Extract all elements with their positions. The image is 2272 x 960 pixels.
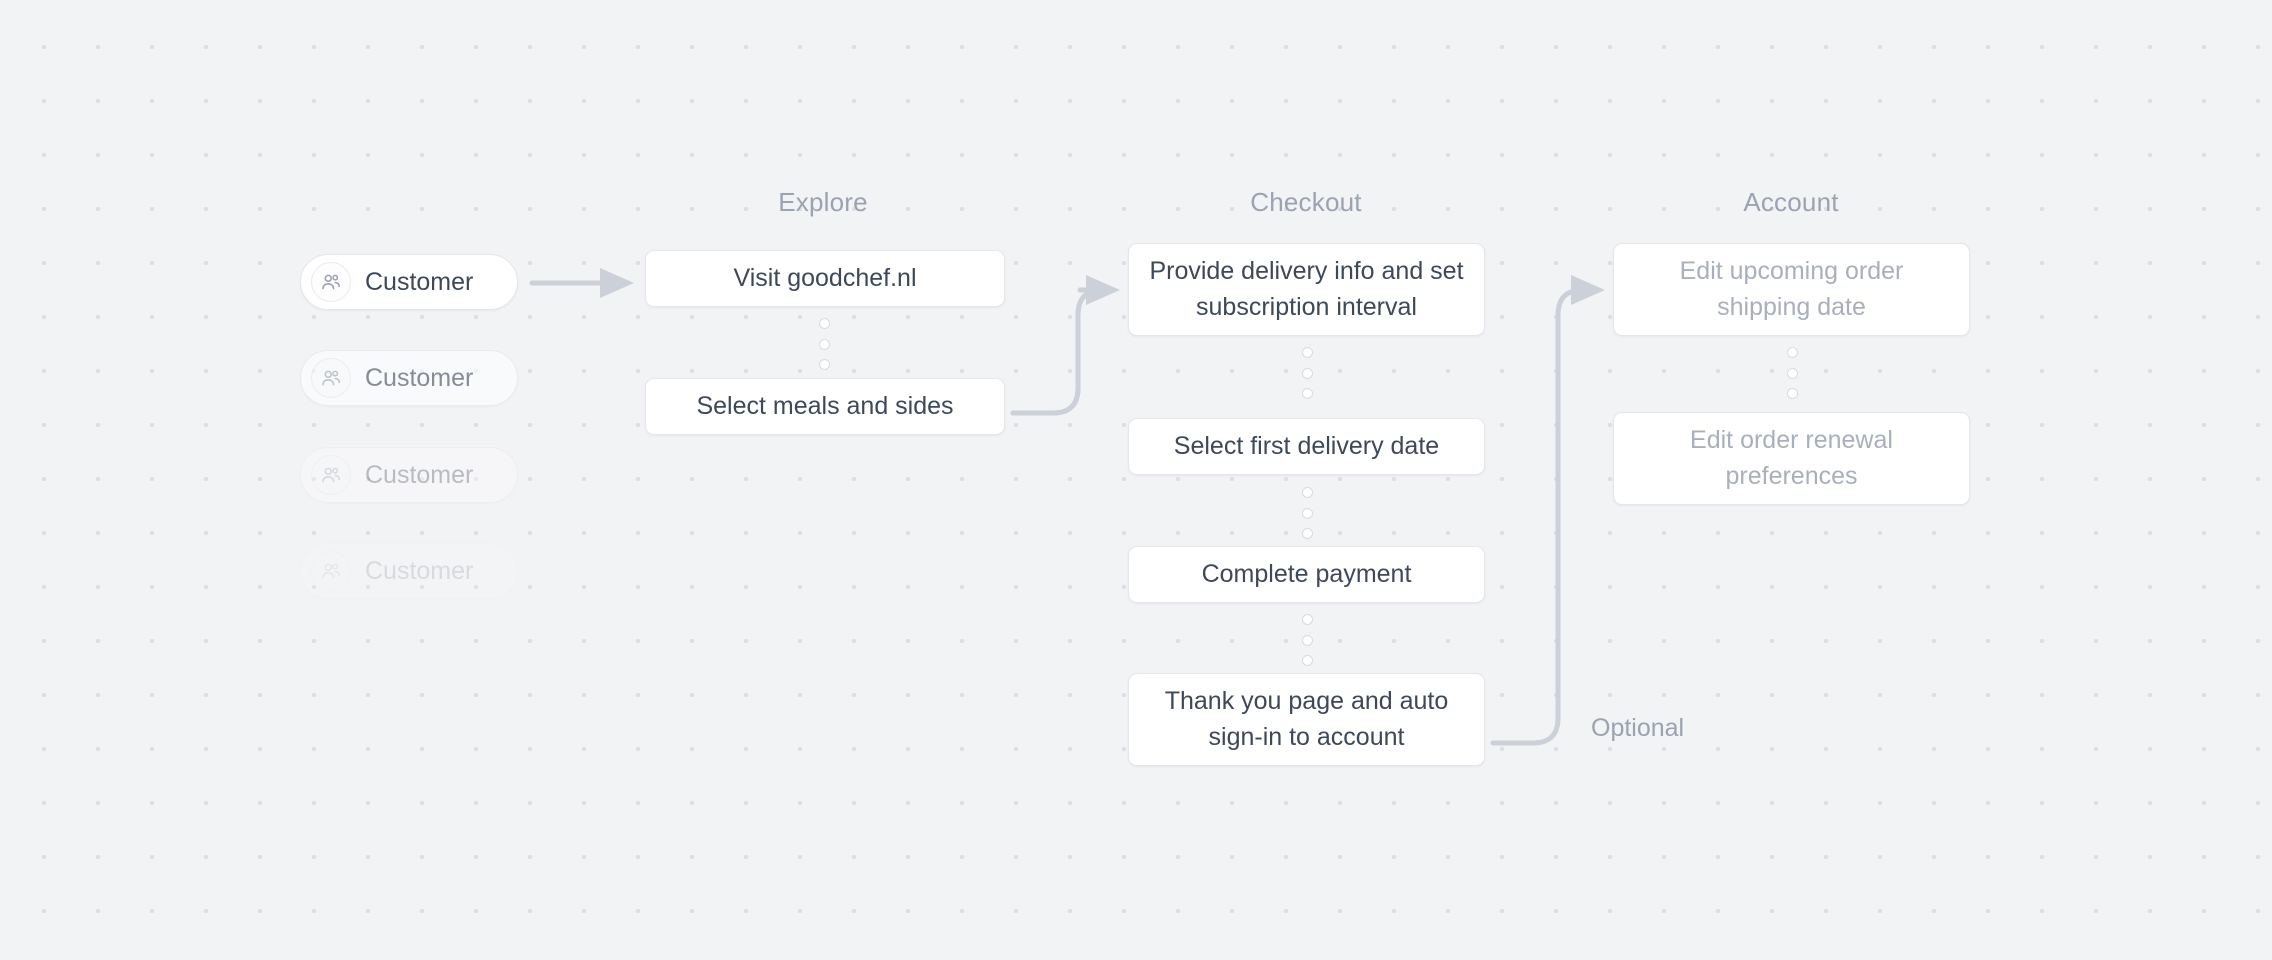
actor-pill-customer-1[interactable]: Customer — [300, 254, 518, 310]
connector-dot — [1787, 388, 1798, 399]
connector-dot — [819, 318, 830, 329]
step-card-label: Edit upcoming order shipping date — [1679, 257, 1904, 321]
step-card-label: Thank you page and auto sign-in to accou… — [1164, 687, 1449, 751]
step-card-edit-upcoming-order-shipping-date[interactable]: Edit upcoming order shipping date — [1613, 243, 1970, 336]
step-card-label: Provide delivery info and set subscripti… — [1149, 257, 1464, 321]
step-card-thank-you-page[interactable]: Thank you page and auto sign-in to accou… — [1128, 673, 1485, 766]
step-card-select-first-delivery-date[interactable]: Select first delivery date — [1128, 418, 1485, 475]
dot-connector-checkout-2-3 — [1302, 487, 1313, 539]
connector-dot — [1302, 367, 1313, 379]
actor-pill-customer-2[interactable]: Customer — [300, 350, 518, 406]
step-card-label: Visit goodchef.nl — [733, 263, 917, 292]
column-header-checkout: Checkout — [1250, 187, 1362, 217]
connector-dot — [1302, 507, 1313, 519]
step-card-label: Select meals and sides — [696, 391, 954, 420]
dot-connector-explore-1-2 — [819, 318, 830, 370]
users-icon — [311, 455, 351, 495]
actor-label: Customer — [365, 556, 474, 585]
actor-label: Customer — [365, 363, 474, 392]
column-header-account: Account — [1743, 187, 1839, 217]
step-card-provide-delivery-info[interactable]: Provide delivery info and set subscripti… — [1128, 243, 1485, 336]
step-card-label: Edit order renewal preferences — [1690, 426, 1893, 490]
flow-canvas: Explore Checkout Account Customer Custom… — [0, 0, 2272, 960]
connector-dot — [819, 338, 830, 350]
connector-dot — [1302, 614, 1313, 625]
connector-dot — [1302, 634, 1313, 646]
connector-dot — [1302, 388, 1313, 399]
step-card-visit-goodchef[interactable]: Visit goodchef.nl — [645, 250, 1005, 307]
actor-pill-customer-3[interactable]: Customer — [300, 447, 518, 503]
column-header-explore: Explore — [778, 187, 868, 217]
users-icon — [311, 358, 351, 398]
dot-connector-checkout-1-2 — [1302, 347, 1313, 399]
step-card-label: Complete payment — [1201, 559, 1412, 588]
step-card-complete-payment[interactable]: Complete payment — [1128, 546, 1485, 603]
step-card-edit-order-renewal-preferences[interactable]: Edit order renewal preferences — [1613, 412, 1970, 505]
actor-pill-customer-4[interactable]: Customer — [300, 543, 518, 599]
edge-note-optional: Optional — [1591, 714, 1685, 742]
connector-dot — [1302, 655, 1313, 666]
edge-thankyou-to-account — [1490, 275, 1605, 746]
dot-connector-checkout-3-4 — [1302, 614, 1313, 666]
step-card-label: Select first delivery date — [1173, 431, 1440, 460]
edge-select-meals-to-checkout — [1010, 275, 1120, 416]
dot-connector-account-1-2 — [1787, 347, 1798, 399]
step-card-select-meals[interactable]: Select meals and sides — [645, 378, 1005, 435]
edge-customer-to-visit — [529, 268, 634, 298]
connector-dot — [1302, 347, 1313, 358]
connector-dot — [1302, 487, 1313, 498]
connector-dot — [1787, 347, 1798, 358]
actor-label: Customer — [365, 267, 474, 296]
connector-dot — [1302, 528, 1313, 539]
users-icon — [311, 551, 351, 591]
users-icon — [311, 262, 351, 302]
actor-label: Customer — [365, 460, 474, 489]
connector-dot — [819, 359, 830, 370]
connector-dot — [1787, 367, 1798, 379]
